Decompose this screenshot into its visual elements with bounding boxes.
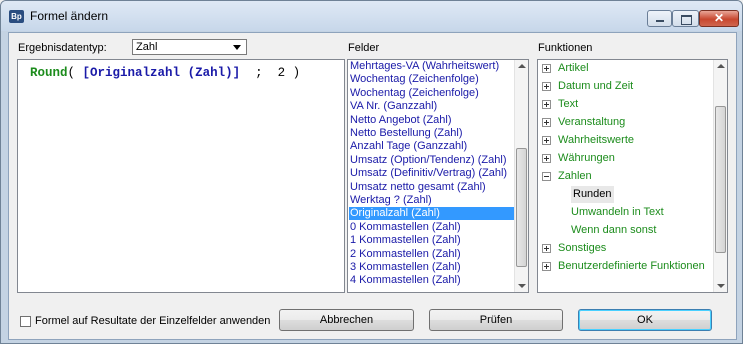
function-tree-item[interactable]: Artikel xyxy=(538,60,713,77)
field-item[interactable]: Mehrtages-VA (Wahrheitswert) xyxy=(349,60,515,73)
close-icon: ✕ xyxy=(713,11,725,25)
result-type-select[interactable]: Zahl xyxy=(132,39,247,55)
app-icon: Bp xyxy=(9,10,24,23)
expand-icon[interactable] xyxy=(542,262,551,271)
apply-to-fields-checkbox[interactable] xyxy=(20,316,31,327)
fields-scrollbar[interactable] xyxy=(514,60,528,292)
field-item[interactable]: Werktag ? (Zahl) xyxy=(349,194,515,207)
minimize-button[interactable] xyxy=(647,10,672,27)
function-tree-item[interactable]: Benutzerdefinierte Funktionen xyxy=(538,258,713,275)
field-item[interactable]: VA Nr. (Ganzzahl) xyxy=(349,100,515,113)
fields-list[interactable]: Mehrtages-VA (Wahrheitswert) Wochentag (Z… xyxy=(347,59,529,293)
function-tree-label: Währungen xyxy=(558,152,615,164)
dialog-body: Ergebnisdatentyp: Zahl Round( [Originalz… xyxy=(8,32,737,340)
formula-dialog: Bp Formel ändern ✕ Ergebnisdatentyp: Zah… xyxy=(0,0,743,344)
function-tree-label: Runden xyxy=(571,186,614,203)
close-button[interactable]: ✕ xyxy=(699,10,739,27)
expand-icon[interactable] xyxy=(542,154,551,163)
field-item[interactable]: Anzahl Tage (Ganzzahl) xyxy=(349,140,515,153)
cancel-button[interactable]: Abbrechen xyxy=(279,309,414,331)
function-tree-item[interactable]: Wenn dann sonst xyxy=(538,222,713,239)
function-tree-label: Veranstaltung xyxy=(558,116,626,128)
formula-text: Round( [Originalzahl (Zahl)] ; 2 ) xyxy=(30,66,300,80)
scroll-up-icon[interactable] xyxy=(518,64,526,68)
function-tree-item[interactable]: Veranstaltung xyxy=(538,114,713,131)
expand-icon[interactable] xyxy=(542,244,551,253)
field-item[interactable]: Umsatz (Definitiv/Vertrag) (Zahl) xyxy=(349,167,515,180)
window-title: Formel ändern xyxy=(30,9,109,23)
function-tree-label: Datum und Zeit xyxy=(558,80,634,92)
function-tree-label: Wahrheitswerte xyxy=(558,134,635,146)
functions-scrollbar[interactable] xyxy=(713,60,727,292)
functions-header: Funktionen xyxy=(538,42,593,54)
formula-field: [Originalzahl (Zahl)] xyxy=(82,66,241,80)
function-tree-item[interactable]: Wahrheitswerte xyxy=(538,132,713,149)
scroll-up-icon[interactable] xyxy=(717,64,725,68)
functions-tree[interactable]: Artikel Datum und Zeit Text Veranstaltung Wa… xyxy=(537,59,728,293)
expand-icon[interactable] xyxy=(542,118,551,127)
maximize-icon xyxy=(673,11,698,26)
result-type-value: Zahl xyxy=(136,41,158,53)
check-button[interactable]: Prüfen xyxy=(429,309,563,331)
functions-scroll-thumb[interactable] xyxy=(715,106,726,253)
formula-open-paren: ( xyxy=(67,66,76,80)
field-item[interactable]: Netto Angebot (Zahl) xyxy=(349,114,515,127)
function-tree-item[interactable]: Sonstiges xyxy=(538,240,713,257)
field-item[interactable]: Wochentag (Zeichenfolge) xyxy=(349,87,515,100)
function-tree-item[interactable]: Umwandeln in Text xyxy=(538,204,713,221)
function-tree-item[interactable]: Währungen xyxy=(538,150,713,167)
function-tree-label: Zahlen xyxy=(558,170,592,182)
fields-header: Felder xyxy=(348,42,380,54)
scroll-down-icon[interactable] xyxy=(717,284,725,288)
function-tree-label: Text xyxy=(558,98,579,110)
function-tree-item[interactable]: Datum und Zeit xyxy=(538,78,713,95)
scroll-down-icon[interactable] xyxy=(518,284,526,288)
ok-button[interactable]: OK xyxy=(578,309,712,331)
result-type-label: Ergebnisdatentyp: xyxy=(18,42,107,54)
field-item[interactable]: Netto Bestellung (Zahl) xyxy=(349,127,515,140)
field-item[interactable]: 3 Kommastellen (Zahl) xyxy=(349,261,515,274)
chevron-down-icon xyxy=(233,45,241,50)
function-tree-item[interactable]: Runden xyxy=(538,186,713,203)
field-item[interactable]: Umsatz netto gesamt (Zahl) xyxy=(349,181,515,194)
collapse-icon[interactable] xyxy=(542,172,551,181)
expand-icon[interactable] xyxy=(542,64,551,73)
field-item[interactable]: 0 Kommastellen (Zahl) xyxy=(349,221,515,234)
field-item[interactable]: Umsatz (Option/Tendenz) (Zahl) xyxy=(349,154,515,167)
expand-icon[interactable] xyxy=(542,100,551,109)
function-tree-label: Artikel xyxy=(558,62,589,74)
function-tree-label: Wenn dann sonst xyxy=(571,224,657,236)
formula-function: Round xyxy=(30,66,68,80)
field-item[interactable]: 2 Kommastellen (Zahl) xyxy=(349,248,515,261)
field-item[interactable]: 1 Kommastellen (Zahl) xyxy=(349,234,515,247)
expand-icon[interactable] xyxy=(542,136,551,145)
function-tree-item[interactable]: Text xyxy=(538,96,713,113)
apply-to-fields-label: Formel auf Resultate der Einzelfelder an… xyxy=(35,315,271,327)
field-item[interactable]: Originalzahl (Zahl) xyxy=(349,207,515,221)
minimize-icon xyxy=(648,11,671,26)
function-tree-label: Sonstiges xyxy=(558,242,607,254)
field-item[interactable]: Wochentag (Zeichenfolge) xyxy=(349,73,515,86)
maximize-button[interactable] xyxy=(672,10,699,27)
function-tree-label: Umwandeln in Text xyxy=(571,206,664,218)
function-tree-item[interactable]: Zahlen xyxy=(538,168,713,185)
formula-rest: ; 2 ) xyxy=(255,66,301,80)
expand-icon[interactable] xyxy=(542,82,551,91)
title-bar[interactable]: Bp Formel ändern ✕ xyxy=(1,1,742,31)
formula-editor[interactable]: Round( [Originalzahl (Zahl)] ; 2 ) xyxy=(17,59,345,293)
field-item[interactable]: 4 Kommastellen (Zahl) xyxy=(349,274,515,287)
function-tree-label: Benutzerdefinierte Funktionen xyxy=(558,260,705,272)
fields-scroll-thumb[interactable] xyxy=(516,148,527,267)
